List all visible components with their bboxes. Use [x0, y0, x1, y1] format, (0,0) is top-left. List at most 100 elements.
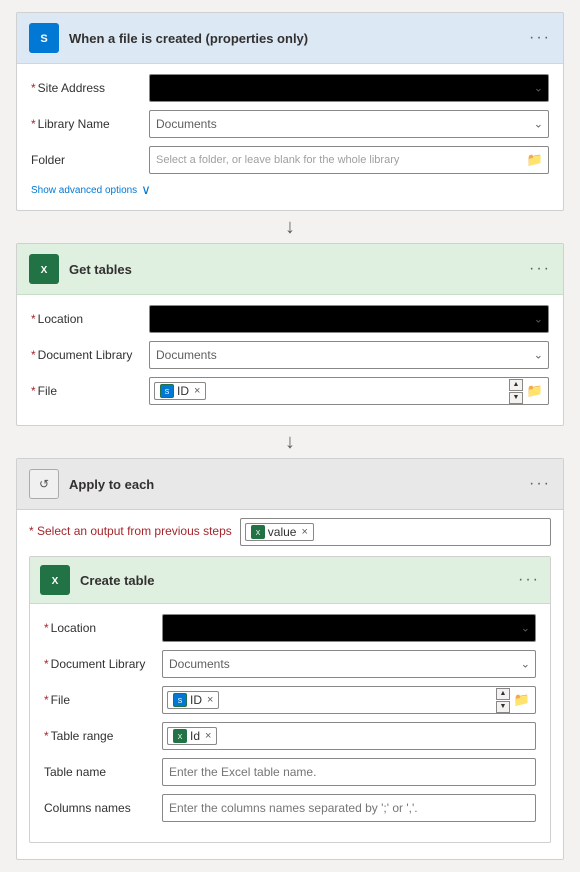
trigger-card: S When a file is created (properties onl…	[16, 12, 564, 211]
ct-file-spinner-down[interactable]: ▼	[496, 701, 510, 713]
excel-icon-box-2: X	[40, 565, 70, 595]
ct-location-input[interactable]	[162, 614, 536, 642]
svg-text:X: X	[255, 530, 260, 537]
gt-location-control: ⌄	[149, 305, 549, 333]
svg-text:S: S	[178, 698, 183, 705]
ct-columns-row: Columns names	[44, 794, 536, 822]
ct-file-folder-icon[interactable]: 📁	[514, 692, 530, 708]
value-tag: X value ×	[245, 523, 314, 541]
value-tag-icon: X	[251, 525, 265, 539]
create-table-title: Create table	[80, 573, 508, 588]
sharepoint-icon-box: S	[29, 23, 59, 53]
select-output-row: * Select an output from previous steps X…	[29, 518, 551, 546]
gt-location-label: *Location	[31, 312, 141, 326]
get-tables-header: X Get tables ···	[17, 244, 563, 295]
apply-each-card: ↺ Apply to each ··· * Select an output f…	[16, 458, 564, 860]
ct-file-input[interactable]: S ID ×	[162, 686, 536, 714]
get-tables-title: Get tables	[69, 262, 519, 277]
folder-control: Select a folder, or leave blank for the …	[149, 146, 549, 174]
site-address-control: ⌄	[149, 74, 549, 102]
folder-label: Folder	[31, 153, 141, 167]
ct-tablerange-tag: X Id ×	[167, 727, 217, 745]
folder-input[interactable]: Select a folder, or leave blank for the …	[149, 146, 549, 174]
ct-file-spinner: ▲ ▼	[496, 686, 510, 714]
sharepoint-icon: S	[35, 29, 53, 47]
library-name-label: *Library Name	[31, 117, 141, 131]
apply-each-body: * Select an output from previous steps X…	[17, 510, 563, 859]
ct-columns-control	[162, 794, 536, 822]
ct-tablename-control	[162, 758, 536, 786]
ct-file-tag-icon: S	[173, 693, 187, 707]
library-name-control: Documents ⌄	[149, 110, 549, 138]
create-table-header: X Create table ···	[30, 557, 550, 604]
svg-text:↺: ↺	[39, 477, 49, 491]
ct-tablerange-control: X Id ×	[162, 722, 536, 750]
loop-icon-box: ↺	[29, 469, 59, 499]
ct-location-label: *Location	[44, 621, 154, 635]
get-tables-body: *Location ⌄ *Document Library Documents …	[17, 295, 563, 425]
ct-doclibrary-control: Documents ⌄	[162, 650, 536, 678]
gt-file-input[interactable]: S ID ×	[149, 377, 549, 405]
ct-file-spinner-up[interactable]: ▲	[496, 688, 510, 700]
trigger-header: S When a file is created (properties onl…	[17, 13, 563, 64]
ct-columns-input[interactable]	[162, 794, 536, 822]
arrow-1: ↓	[285, 211, 295, 243]
gt-doclibrary-control: Documents ⌄	[149, 341, 549, 369]
ct-file-tag-close[interactable]: ×	[207, 694, 213, 706]
folder-row: Folder Select a folder, or leave blank f…	[31, 146, 549, 174]
ct-tablename-row: Table name	[44, 758, 536, 786]
apply-each-header: ↺ Apply to each ···	[17, 459, 563, 510]
excel-icon-box-1: X	[29, 254, 59, 284]
create-table-body: *Location ⌄ *Document Library	[30, 604, 550, 842]
gt-file-spinner: ▲ ▼	[509, 377, 523, 405]
gt-doclibrary-label: *Document Library	[31, 348, 141, 362]
apply-each-title: Apply to each	[69, 477, 519, 492]
site-address-label: *Site Address	[31, 81, 141, 95]
select-output-label: * Select an output from previous steps	[29, 524, 232, 540]
gt-file-spinner-down[interactable]: ▼	[509, 392, 523, 404]
ct-doclibrary-row: *Document Library Documents ⌄	[44, 650, 536, 678]
ct-tablerange-tag-close[interactable]: ×	[205, 730, 211, 742]
gt-file-label: *File	[31, 384, 141, 398]
ct-tablename-input[interactable]	[162, 758, 536, 786]
ct-tablerange-row: *Table range X Id ×	[44, 722, 536, 750]
ct-tablerange-input[interactable]: X Id ×	[162, 722, 536, 750]
svg-text:X: X	[178, 734, 183, 741]
create-table-more-button[interactable]: ···	[518, 571, 540, 589]
library-name-row: *Library Name Documents ⌄	[31, 110, 549, 138]
ct-columns-label: Columns names	[44, 801, 154, 815]
gt-file-spinner-up[interactable]: ▲	[509, 379, 523, 391]
create-table-card: X Create table ··· *Location ⌄	[29, 556, 551, 843]
gt-file-tag-close[interactable]: ×	[194, 385, 200, 397]
gt-file-tag: S ID ×	[154, 382, 206, 400]
gt-file-control: S ID × ▲ ▼ 📁	[149, 377, 549, 405]
apply-each-more-button[interactable]: ···	[529, 475, 551, 493]
ct-tablerange-tag-icon: X	[173, 729, 187, 743]
advanced-options-link[interactable]: Show advanced options ∨	[31, 182, 549, 198]
gt-file-tag-icon: S	[160, 384, 174, 398]
gt-file-row: *File S ID × ▲ ▼	[31, 377, 549, 405]
ct-doclibrary-input[interactable]: Documents	[162, 650, 536, 678]
select-output-input[interactable]: X value ×	[240, 518, 551, 546]
gt-location-input[interactable]	[149, 305, 549, 333]
trigger-more-button[interactable]: ···	[529, 29, 551, 47]
svg-text:X: X	[41, 265, 48, 276]
svg-text:X: X	[52, 576, 59, 587]
loop-icon: ↺	[35, 475, 53, 493]
trigger-title: When a file is created (properties only)	[69, 31, 519, 46]
site-address-row: *Site Address ⌄	[31, 74, 549, 102]
ct-location-row: *Location ⌄	[44, 614, 536, 642]
get-tables-card: X Get tables ··· *Location ⌄ *Document L…	[16, 243, 564, 426]
svg-text:S: S	[40, 33, 47, 45]
value-tag-close[interactable]: ×	[301, 526, 307, 538]
ct-file-tag: S ID ×	[167, 691, 219, 709]
gt-doclibrary-input[interactable]: Documents	[149, 341, 549, 369]
ct-tablename-label: Table name	[44, 765, 154, 779]
svg-text:S: S	[165, 389, 170, 396]
ct-file-row: *File S ID ×	[44, 686, 536, 714]
folder-browse-icon[interactable]: 📁	[527, 152, 543, 168]
get-tables-more-button[interactable]: ···	[529, 260, 551, 278]
site-address-input[interactable]	[149, 74, 549, 102]
library-name-input[interactable]: Documents	[149, 110, 549, 138]
gt-file-folder-icon[interactable]: 📁	[527, 383, 543, 399]
